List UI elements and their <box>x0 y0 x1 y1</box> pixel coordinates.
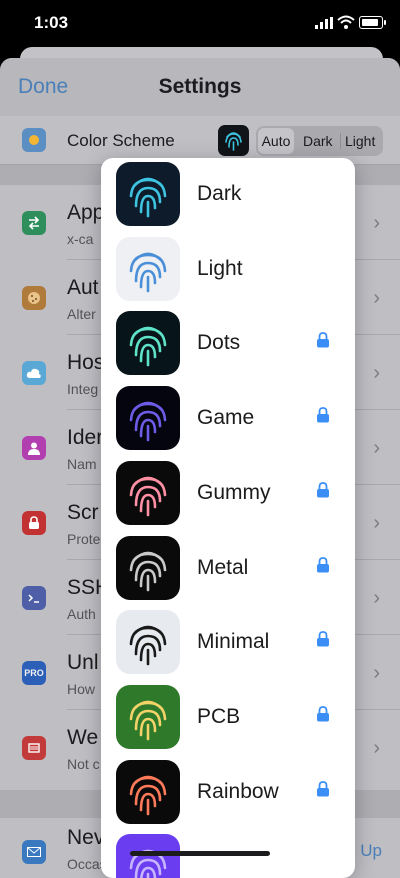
lock-icon <box>316 407 330 423</box>
settings-row-title: Unl <box>67 651 99 674</box>
sun-icon <box>22 128 46 152</box>
lock-icon <box>316 481 330 498</box>
signal-icon <box>315 17 333 29</box>
status-bar: 1:03 <box>0 0 400 46</box>
settings-row-title: We <box>67 726 99 749</box>
theme-preview-thumbnail <box>218 125 249 156</box>
fingerprint-icon <box>116 759 180 824</box>
status-time: 1:03 <box>34 13 69 32</box>
settings-row-subtitle: How <box>67 681 96 697</box>
chevron-right-icon: › <box>373 287 380 309</box>
terminal-icon <box>22 586 46 610</box>
page-title: Settings <box>158 75 242 98</box>
pro-icon: PRO <box>22 661 46 685</box>
fingerprint-icon <box>116 684 180 749</box>
newsletter-title: Nev <box>67 826 105 849</box>
lock-icon <box>316 556 330 573</box>
fingerprint-icon <box>116 311 180 376</box>
theme-option-label: Dark <box>197 182 242 205</box>
fingerprint-icon <box>116 236 180 301</box>
wifi-icon <box>337 15 355 29</box>
chevron-right-icon: › <box>373 587 380 609</box>
settings-row-title: Ider <box>67 426 104 449</box>
color-scheme-theme-menu: Dark Light Dots Game Gummy Metal Minimal PCB Rai… <box>101 158 355 878</box>
theme-option-6[interactable]: Minimal <box>101 606 355 680</box>
theme-option-label: Light <box>197 256 243 280</box>
lock-icon <box>316 705 330 722</box>
settings-row-subtitle: Nam <box>67 456 97 472</box>
lock-icon <box>316 332 330 348</box>
segment-auto[interactable]: Auto <box>258 128 294 154</box>
theme-option-label: Minimal <box>197 630 270 654</box>
theme-option-label: Dots <box>197 331 241 355</box>
theme-option-label: Metal <box>197 555 249 579</box>
segment-separator <box>340 133 341 149</box>
card-icon <box>22 736 46 760</box>
person-icon <box>22 436 46 460</box>
settings-row-title: Scr <box>67 501 99 524</box>
chevron-right-icon: › <box>373 512 380 534</box>
chevron-right-icon: › <box>373 212 380 234</box>
segment-dark[interactable]: Dark <box>303 133 333 149</box>
arrows-icon <box>22 211 46 235</box>
settings-row-subtitle: Alter <box>67 306 96 322</box>
settings-row-title: App <box>67 201 105 224</box>
settings-row-subtitle: x-ca <box>67 231 94 247</box>
lock-icon <box>316 780 330 797</box>
lock-icon <box>22 511 46 535</box>
settings-row-subtitle: Not c <box>67 756 100 772</box>
settings-row-subtitle: Auth <box>67 606 96 622</box>
lock-icon <box>316 631 330 647</box>
battery-icon <box>359 16 386 29</box>
theme-option-4[interactable]: Gummy <box>101 457 355 531</box>
theme-option-5[interactable]: Metal <box>101 532 355 606</box>
chevron-right-icon: › <box>373 437 380 459</box>
settings-row-subtitle: Integ <box>67 381 99 397</box>
theme-option-3[interactable]: Game <box>101 382 355 456</box>
theme-option-label: Gummy <box>197 480 271 504</box>
theme-option-2[interactable]: Dots <box>101 307 355 381</box>
chevron-right-icon: › <box>373 662 380 684</box>
theme-option-7[interactable]: PCB <box>101 681 355 755</box>
mail-icon <box>22 840 46 864</box>
fingerprint-icon <box>116 610 180 675</box>
theme-option-1[interactable]: Light <box>101 233 355 307</box>
cloud-icon <box>22 361 46 385</box>
chevron-right-icon: › <box>373 362 380 384</box>
settings-row-title: Hos <box>67 351 105 374</box>
color-scheme-segmented-control[interactable]: Auto Dark Light <box>256 126 383 156</box>
fingerprint-icon <box>116 162 180 226</box>
color-scheme-label: Color Scheme <box>67 131 175 150</box>
home-indicator <box>130 851 270 856</box>
fingerprint-icon <box>116 386 180 451</box>
theme-option-8[interactable]: Rainbow <box>101 756 355 830</box>
color-scheme-row[interactable]: Color Scheme Auto Dark Light <box>0 116 400 164</box>
fingerprint-icon <box>116 460 180 525</box>
theme-option-label: Game <box>197 406 255 430</box>
theme-option-label: Rainbow <box>197 779 279 803</box>
navigation-bar: Done Settings <box>0 58 400 116</box>
theme-option-0[interactable]: Dark <box>101 158 355 232</box>
settings-row-title: Aut <box>67 276 99 299</box>
fingerprint-icon <box>116 535 180 600</box>
chevron-right-icon: › <box>373 737 380 759</box>
segment-light[interactable]: Light <box>345 133 375 149</box>
cookie-icon <box>22 286 46 310</box>
theme-option-label: PCB <box>197 704 241 728</box>
fingerprint-icon <box>116 834 180 878</box>
settings-row-subtitle: Prote <box>67 531 101 547</box>
